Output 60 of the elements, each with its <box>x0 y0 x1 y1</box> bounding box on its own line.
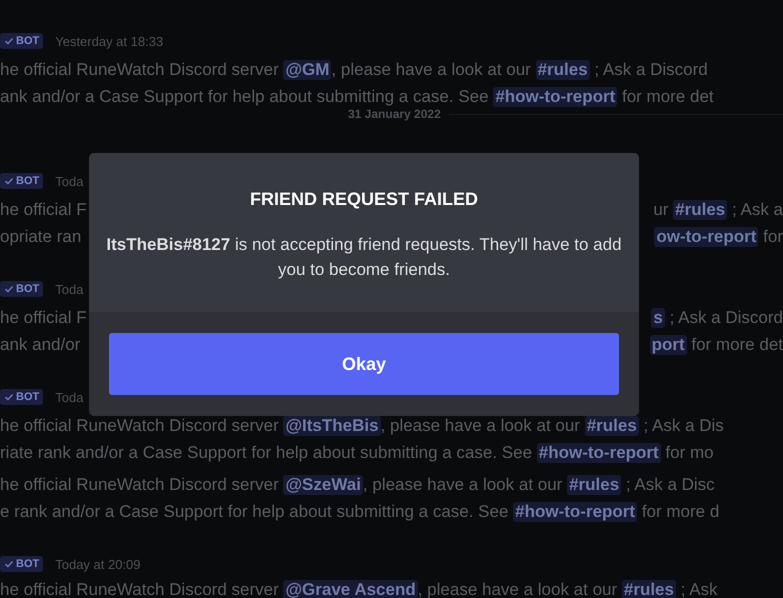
channel-link[interactable]: #rules <box>584 416 639 436</box>
message-text: for <box>762 226 783 246</box>
message-text: ; Ask a Dis <box>642 416 724 436</box>
message-text: ank and/or <box>0 334 80 354</box>
bot-tag: BOT <box>0 281 44 297</box>
message-text: e rank and/or a Case Support for help about submitting a case. See <box>0 502 510 522</box>
date-divider: 31 January 2022 <box>348 107 441 121</box>
timestamp: Toda <box>55 282 84 296</box>
channel-link[interactable]: #rules <box>536 60 590 80</box>
message-text: ank and/or a Case Support for help about submitting a case. See <box>0 86 490 106</box>
timestamp: Yesterday at 18:33 <box>55 34 164 48</box>
channel-link[interactable]: s <box>651 308 665 328</box>
message-text: ; Ask <box>680 580 718 598</box>
channel-link[interactable]: #rules <box>567 474 622 494</box>
bot-tag: BOT <box>0 33 44 49</box>
message-text: he official F <box>0 200 87 220</box>
timestamp: Toda <box>55 174 84 188</box>
check-icon <box>4 284 14 294</box>
check-icon <box>4 392 14 402</box>
channel-link[interactable]: #how-to-report <box>513 502 638 522</box>
message-text: opriate ran <box>0 226 82 246</box>
channel-link[interactable]: #how-to-report <box>493 86 618 106</box>
message-text: for mo <box>664 442 714 462</box>
message-text: for more det <box>690 334 783 354</box>
user-mention[interactable]: @GM <box>283 60 332 80</box>
bot-tag: BOT <box>0 389 44 405</box>
message-text: ; Ask a Discord <box>668 308 783 328</box>
check-icon <box>4 36 14 46</box>
message-text: ; Ask a Discord <box>593 60 708 80</box>
channel-link[interactable]: #rules <box>622 580 676 598</box>
message-text: ur <box>653 200 670 220</box>
message-text: he official RuneWatch Discord server <box>0 416 280 436</box>
message-text: for more det <box>620 86 714 106</box>
channel-link[interactable]: ow-to-report <box>654 226 758 246</box>
message-text: , please have a look at our <box>331 60 532 80</box>
user-mention[interactable]: @Grave Ascend <box>283 580 418 598</box>
bot-tag: BOT <box>0 556 44 572</box>
message-text: for more d <box>640 502 720 522</box>
message-text: he official RuneWatch Discord server <box>0 580 280 598</box>
message-text: he official RuneWatch Discord server <box>0 474 280 494</box>
timestamp: Toda <box>55 390 84 404</box>
message-text: he official F <box>0 308 87 328</box>
check-icon <box>4 176 14 186</box>
bot-tag: BOT <box>0 173 44 189</box>
user-mention[interactable]: @ItsTheBis <box>283 416 381 436</box>
channel-link[interactable]: #how-to-report <box>536 442 661 462</box>
channel-link[interactable]: port <box>650 334 687 354</box>
message-text: riate rank and/or a Case Support for help about submitting a case. See <box>0 442 534 462</box>
message-text: , please have a look at our <box>380 416 581 436</box>
message-text: he official RuneWatch Discord server <box>0 60 280 80</box>
message-text: ; Ask a Disc <box>624 474 715 494</box>
message-text: , please have a look at our <box>362 474 564 494</box>
dialog-title: FRIEND REQUEST FAILED <box>250 189 478 210</box>
dialog-message: ItsTheBis#8127 is not accepting friend requests. They'll have to add you to become friends. <box>105 234 623 281</box>
message-text: ; Ask a <box>730 200 783 220</box>
user-mention[interactable]: @SzeWai <box>283 474 363 494</box>
okay-button[interactable]: Okay <box>109 333 619 395</box>
check-icon <box>4 559 14 569</box>
channel-link[interactable]: #rules <box>673 200 728 220</box>
timestamp: Today at 20:09 <box>55 556 141 572</box>
